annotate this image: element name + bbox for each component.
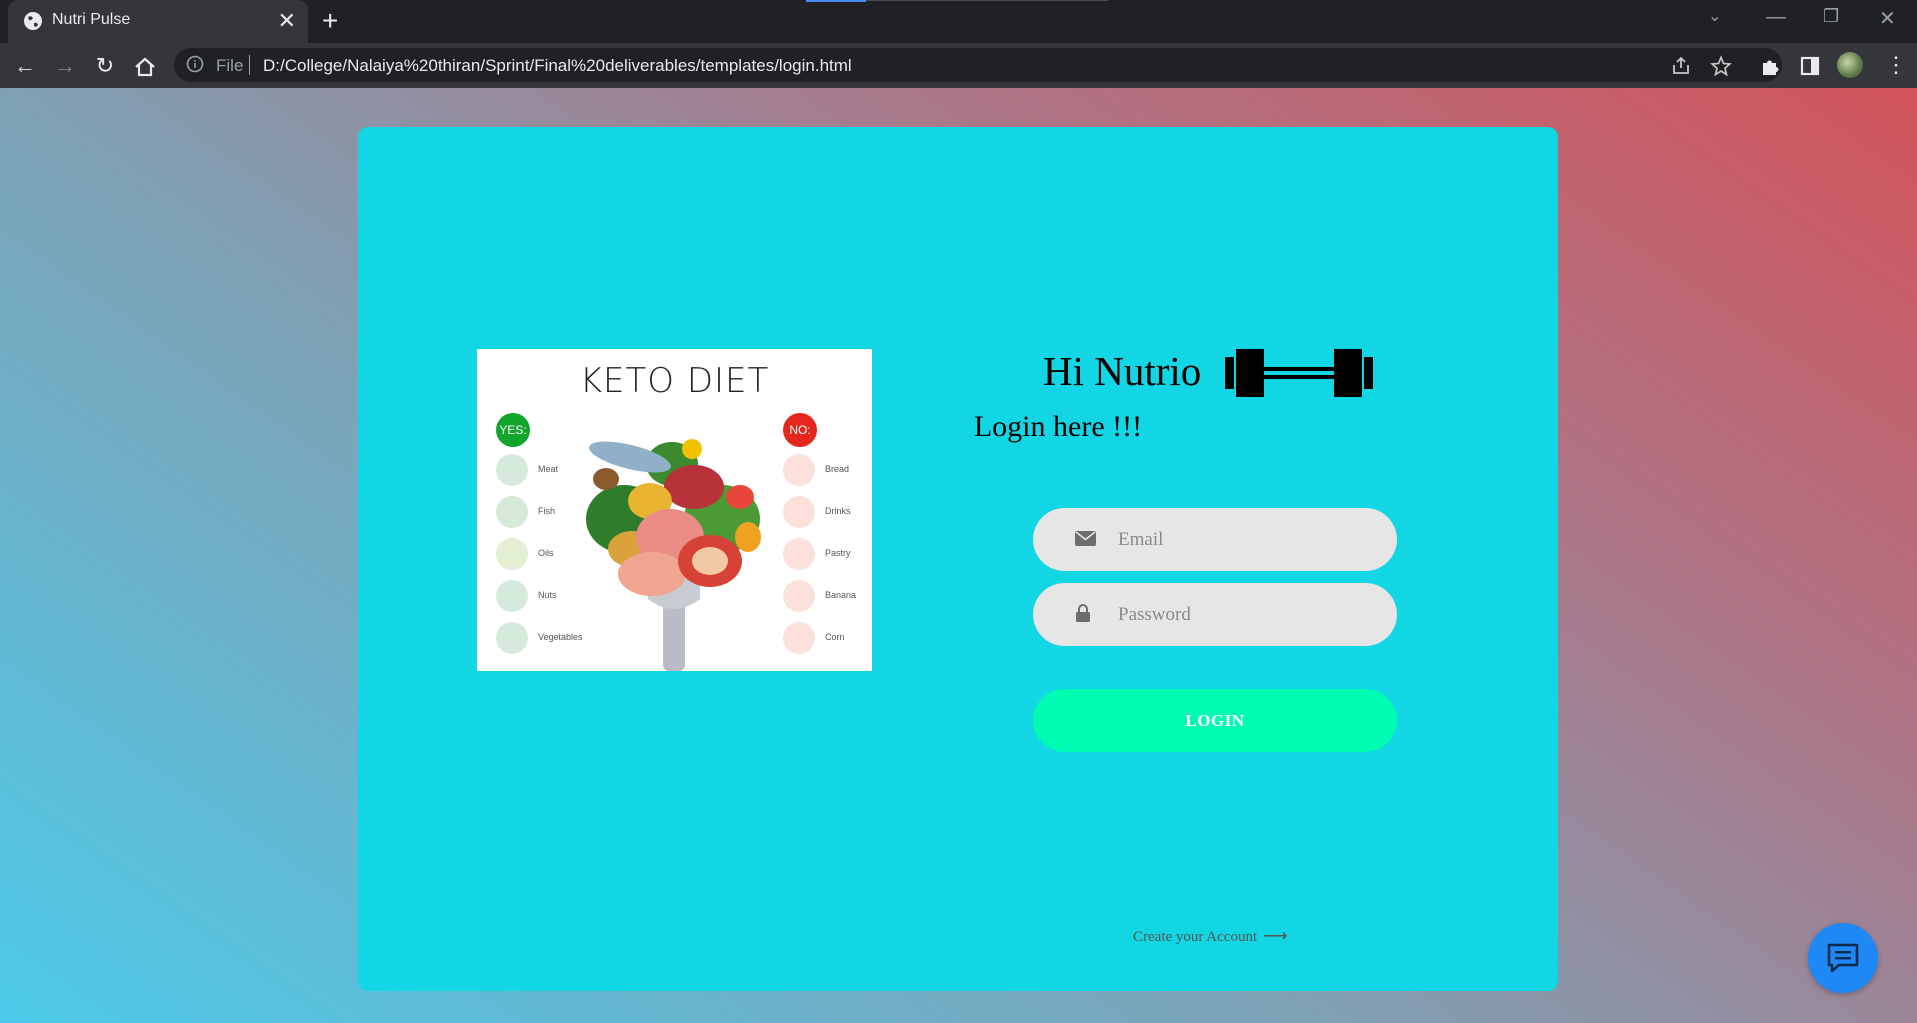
dumbbell-icon xyxy=(1225,349,1373,397)
extensions-icon[interactable] xyxy=(1760,55,1782,77)
chat-button[interactable] xyxy=(1808,923,1878,993)
tab-divider xyxy=(866,0,1108,1)
no-item-label: Drinks xyxy=(825,506,851,516)
more-menu-icon[interactable]: ⋮ xyxy=(1885,51,1907,79)
yes-item-label: Nuts xyxy=(538,590,557,600)
corn-icon xyxy=(783,622,815,654)
browser-tab[interactable]: Nutri Pulse ✕ xyxy=(8,0,308,43)
back-icon[interactable]: ← xyxy=(12,53,38,79)
home-icon[interactable] xyxy=(132,54,158,80)
yes-item-label: Fish xyxy=(538,506,556,516)
keto-title: KETO DIET xyxy=(579,361,770,401)
drinks-icon xyxy=(783,496,815,528)
tab-strip: Nutri Pulse ✕ + ⌄ — ❐ ✕ xyxy=(0,0,1917,43)
email-field[interactable] xyxy=(1033,508,1397,571)
yes-item-label: Meat xyxy=(538,464,559,474)
forward-icon[interactable]: → xyxy=(52,53,78,79)
browser-toolbar: ← → ↻ File D:/College/Nalaiya%20thiran/S… xyxy=(0,43,1917,88)
info-icon[interactable] xyxy=(186,55,204,73)
url-text[interactable]: D:/College/Nalaiya%20thiran/Sprint/Final… xyxy=(263,56,852,76)
login-subtitle: Login here !!! xyxy=(973,410,1143,443)
new-tab-button[interactable]: + xyxy=(322,6,338,36)
no-item-label: Bread xyxy=(825,464,850,474)
no-item-label: Banana xyxy=(825,590,857,600)
globe-icon xyxy=(24,12,42,30)
yes-item-label: Oils xyxy=(538,548,554,558)
create-account-link[interactable]: Create your Account ⟶ xyxy=(1133,926,1288,946)
bread-icon xyxy=(783,454,815,486)
login-card: KETO DIET YES: NO: Meat Fish Oils Nuts V… xyxy=(358,127,1558,991)
login-button[interactable]: LOGIN xyxy=(1033,689,1397,752)
restore-icon[interactable]: ❐ xyxy=(1823,6,1839,27)
side-panel-icon[interactable] xyxy=(1799,55,1821,77)
oil-icon xyxy=(496,538,528,570)
password-field[interactable] xyxy=(1033,583,1397,646)
yes-badge: YES: xyxy=(496,413,530,447)
no-item-label: Corn xyxy=(825,632,845,642)
tab-title: Nutri Pulse xyxy=(52,11,131,28)
no-badge: NO: xyxy=(783,413,817,447)
meat-icon xyxy=(496,454,528,486)
minimize-icon[interactable]: — xyxy=(1766,6,1786,29)
page-background: KETO DIET YES: NO: Meat Fish Oils Nuts V… xyxy=(0,88,1917,1023)
address-bar[interactable]: File D:/College/Nalaiya%20thiran/Sprint/… xyxy=(174,48,1782,82)
close-tab-icon[interactable]: ✕ xyxy=(278,9,296,33)
password-input[interactable] xyxy=(1116,597,1380,633)
greeting-text: Hi Nutrio xyxy=(1043,348,1202,394)
close-window-icon[interactable]: ✕ xyxy=(1879,6,1896,31)
fish-icon xyxy=(496,496,528,528)
food-fork-illustration xyxy=(586,439,761,671)
create-account-label: Create your Account xyxy=(1133,929,1258,945)
no-item-label: Pastry xyxy=(825,548,851,558)
arrow-right-icon: ⟶ xyxy=(1263,926,1288,945)
envelope-icon xyxy=(1075,531,1096,546)
file-scheme-label: File xyxy=(216,56,244,75)
pastry-icon xyxy=(783,538,815,570)
profile-avatar[interactable] xyxy=(1837,52,1863,78)
tab-search-icon[interactable]: ⌄ xyxy=(1708,6,1721,26)
vegetables-icon xyxy=(496,622,528,654)
banana-icon xyxy=(783,580,815,612)
share-icon[interactable] xyxy=(1670,55,1692,77)
keto-diet-image: KETO DIET YES: NO: Meat Fish Oils Nuts V… xyxy=(477,349,872,671)
lock-icon xyxy=(1076,604,1090,622)
nuts-icon xyxy=(496,580,528,612)
reload-icon[interactable]: ↻ xyxy=(92,53,118,79)
bookmark-star-icon[interactable] xyxy=(1710,55,1732,77)
tab-loading-indicator xyxy=(806,0,866,2)
email-input[interactable] xyxy=(1116,522,1380,558)
address-divider xyxy=(249,55,250,75)
chat-icon xyxy=(1827,943,1859,973)
